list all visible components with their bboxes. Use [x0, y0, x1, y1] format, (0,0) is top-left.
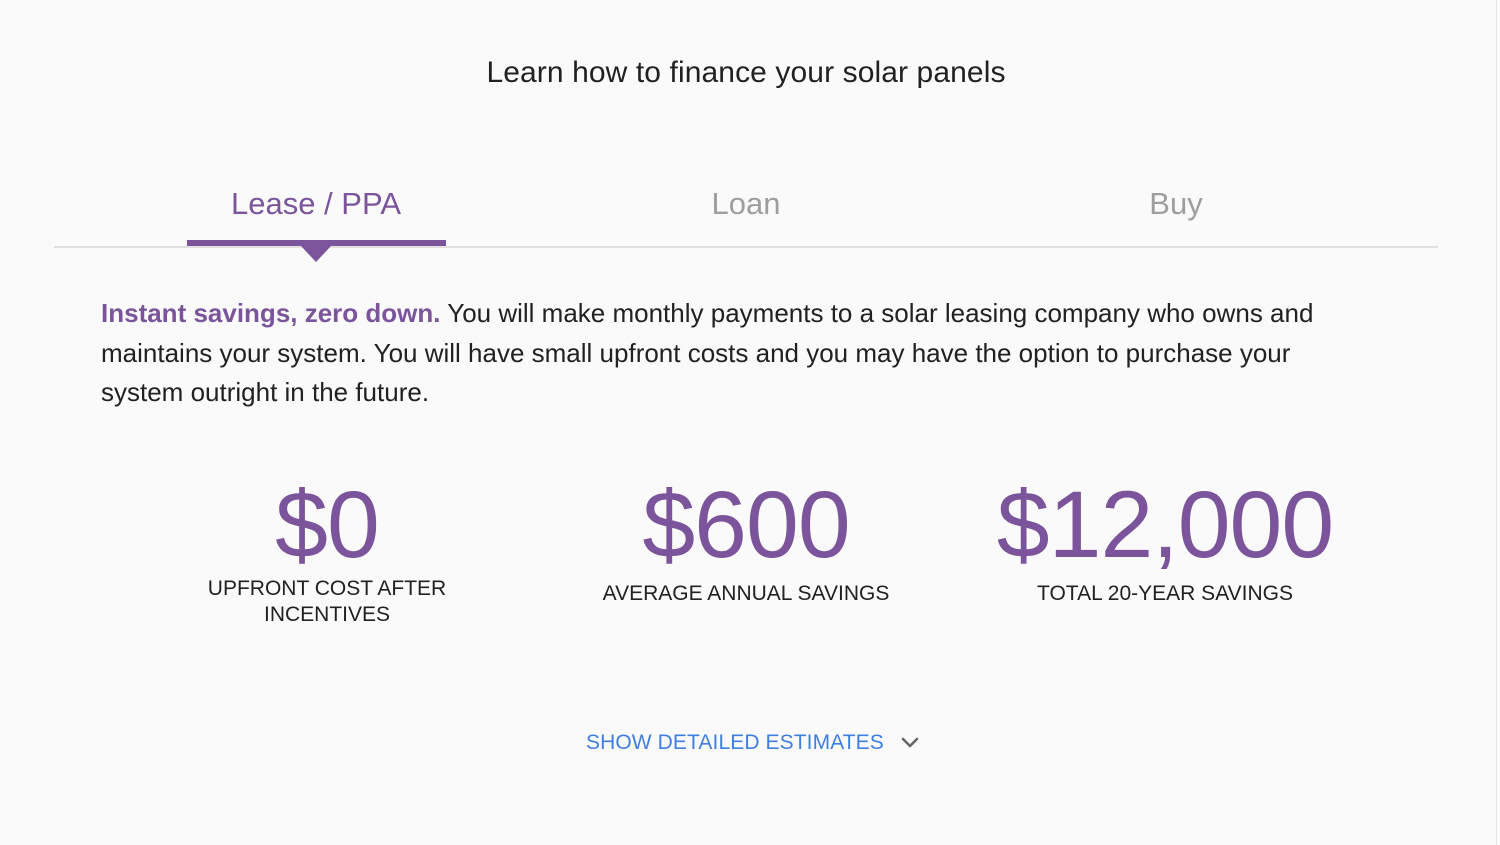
stat-total-savings: $12,000 TOTAL 20-YEAR SAVINGS — [955, 470, 1375, 607]
stat-annual-savings: $600 AVERAGE ANNUAL SAVINGS — [536, 470, 956, 607]
option-description: Instant savings, zero down. You will mak… — [101, 294, 1361, 413]
description-lead: Instant savings, zero down. — [101, 298, 441, 328]
show-details-label: SHOW DETAILED ESTIMATES — [586, 731, 884, 754]
chevron-down-icon — [900, 736, 920, 750]
financing-tabs: Lease / PPA Loan Buy — [54, 176, 1438, 262]
page-title: Learn how to finance your solar panels — [486, 56, 1006, 89]
stat-value: $12,000 — [996, 472, 1334, 578]
tab-buy[interactable]: Buy — [1046, 186, 1306, 236]
tab-lease-ppa[interactable]: Lease / PPA — [187, 186, 445, 236]
stat-value: $600 — [642, 472, 850, 578]
stat-label: TOTAL 20-YEAR SAVINGS — [1037, 582, 1293, 605]
stat-value: $0 — [275, 472, 380, 578]
tab-loan[interactable]: Loan — [616, 186, 876, 236]
stat-label: AVERAGE ANNUAL SAVINGS — [602, 582, 890, 605]
stat-label: UPFRONT COST AFTER INCENTIVES — [207, 577, 447, 626]
financing-card: Learn how to finance your solar panels L… — [0, 0, 1497, 845]
show-detailed-estimates-button[interactable]: SHOW DETAILED ESTIMATES — [586, 728, 920, 758]
active-tab-caret-icon — [301, 246, 331, 262]
stat-upfront-cost: $0 UPFRONT COST AFTER INCENTIVES — [117, 470, 537, 628]
